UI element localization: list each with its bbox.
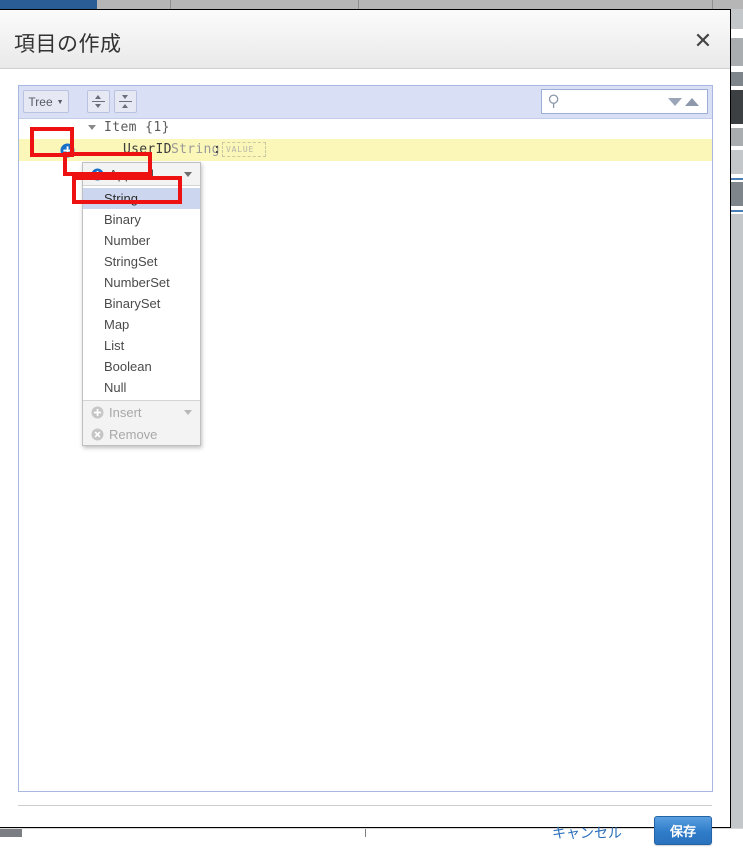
chevron-up-icon[interactable] — [685, 98, 699, 106]
type-option-binaryset[interactable]: BinarySet — [83, 293, 200, 314]
type-option-null[interactable]: Null — [83, 377, 200, 398]
plus-circle-icon — [91, 168, 104, 181]
dialog-header: 項目の作成 ✕ — [0, 10, 730, 69]
type-option-stringset[interactable]: StringSet — [83, 251, 200, 272]
field-separator: : — [213, 142, 221, 157]
editor-toolbar: Tree ▼ — [19, 86, 712, 119]
browser-tab-strip — [0, 0, 743, 9]
expand-all-icon — [92, 94, 105, 109]
field-value-input[interactable]: VALUE — [222, 142, 266, 157]
dialog-body: Tree ▼ Item {1} UserID String: VALUE Ap… — [0, 69, 730, 845]
field-value-placeholder: VALUE — [226, 145, 255, 154]
type-option-map[interactable]: Map — [83, 314, 200, 335]
browser-tab-separator — [712, 0, 713, 9]
browser-active-tab[interactable] — [0, 0, 97, 9]
collapse-all-icon — [119, 94, 132, 109]
browser-tab-separator — [358, 0, 359, 9]
triangle-down-icon — [184, 410, 192, 415]
tree-row[interactable]: UserID String : VALUE — [19, 139, 712, 161]
search-navigation — [668, 94, 702, 109]
close-icon[interactable]: ✕ — [692, 30, 714, 52]
tree-canvas: Item {1} UserID String : VALUE Append St… — [19, 119, 712, 791]
triangle-down-icon[interactable] — [184, 172, 192, 177]
type-submenu: String Binary Number StringSet NumberSet… — [83, 185, 200, 401]
expand-all-button[interactable] — [87, 90, 110, 113]
search-box — [541, 89, 708, 115]
field-key[interactable]: UserID — [123, 142, 172, 157]
chevron-down-icon: ▼ — [56, 99, 64, 106]
collapse-all-button[interactable] — [114, 90, 137, 113]
x-circle-disabled-icon — [91, 428, 104, 441]
type-option-binary[interactable]: Binary — [83, 209, 200, 230]
menu-item-remove[interactable]: Remove — [83, 423, 200, 445]
search-input[interactable] — [566, 90, 676, 115]
view-mode-dropdown[interactable]: Tree ▼ — [23, 90, 69, 113]
plus-circle-icon[interactable] — [60, 143, 75, 158]
browser-tab-separator — [170, 0, 171, 9]
menu-item-remove-label: Remove — [109, 426, 158, 442]
chevron-down-icon[interactable] — [668, 98, 682, 106]
menu-item-insert[interactable]: Insert — [83, 401, 200, 423]
type-option-boolean[interactable]: Boolean — [83, 356, 200, 377]
menu-item-append-label: Append — [109, 166, 154, 182]
context-menu: Append String Binary Number StringSet Nu… — [82, 162, 201, 446]
cancel-button[interactable]: キャンセル — [552, 823, 622, 843]
dialog-footer: キャンセル 保存 — [18, 805, 712, 866]
menu-item-append[interactable]: Append — [83, 163, 200, 185]
menu-item-insert-label: Insert — [109, 404, 142, 420]
plus-circle-disabled-icon — [91, 406, 104, 419]
triangle-down-icon[interactable] — [88, 125, 96, 130]
create-item-dialog: 項目の作成 ✕ Tree ▼ Item {1} UserID String: … — [0, 9, 731, 845]
search-icon — [548, 94, 562, 109]
type-option-numberset[interactable]: NumberSet — [83, 272, 200, 293]
page-title: 項目の作成 — [14, 32, 122, 56]
tree-row: Item {1} — [19, 119, 712, 139]
type-option-number[interactable]: Number — [83, 230, 200, 251]
type-option-string[interactable]: String — [83, 188, 200, 209]
json-tree-editor: Tree ▼ Item {1} UserID String: VALUE Ap… — [18, 85, 713, 792]
save-button[interactable]: 保存 — [654, 816, 712, 845]
type-option-list[interactable]: List — [83, 335, 200, 356]
tree-root-label: Item {1} — [104, 120, 170, 135]
view-mode-label: Tree — [28, 94, 53, 109]
